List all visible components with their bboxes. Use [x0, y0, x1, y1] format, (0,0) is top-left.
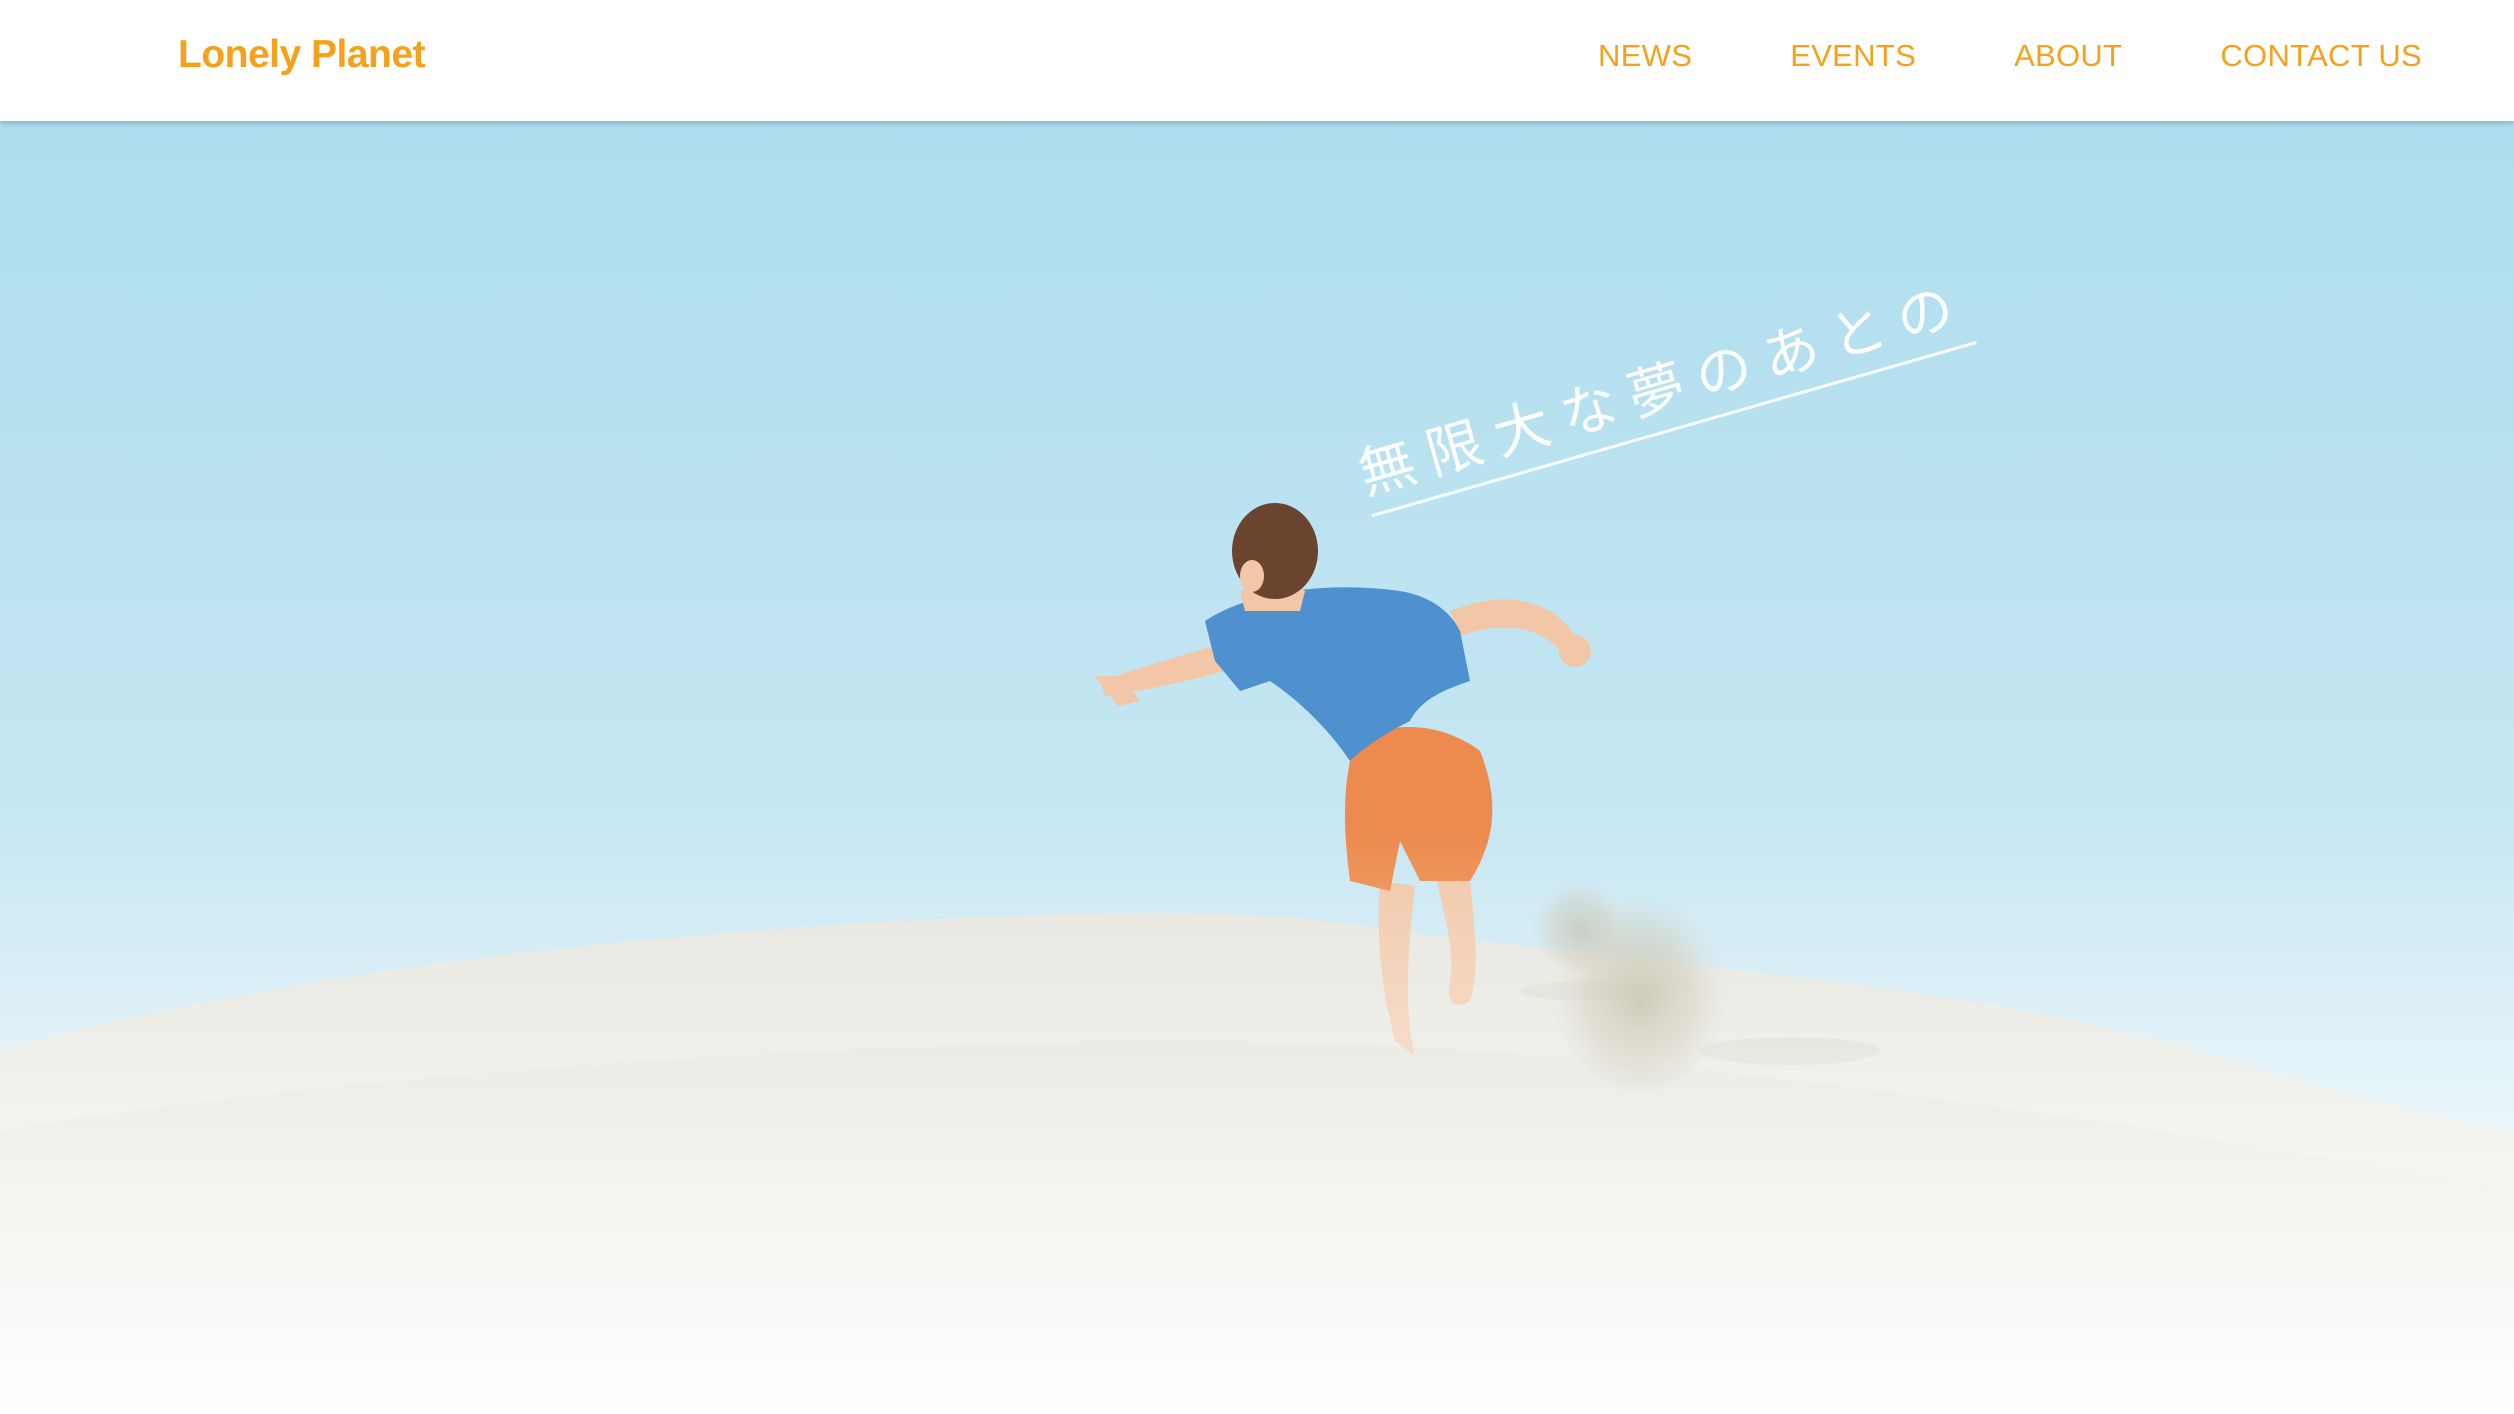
hero-photo: [0, 121, 2514, 1414]
main-nav: NEWS EVENTS ABOUT CONTACT US: [1598, 32, 2422, 80]
nav-events-link[interactable]: EVENTS: [1790, 32, 1916, 80]
bottom-fade: [0, 121, 2514, 1414]
page: Lonely Planet NEWS EVENTS ABOUT CONTACT …: [0, 0, 2514, 1414]
nav-news-link[interactable]: NEWS: [1598, 32, 1692, 80]
site-header: Lonely Planet NEWS EVENTS ABOUT CONTACT …: [0, 0, 2514, 121]
hero-section: 無限大な夢のあとの: [0, 121, 2514, 1414]
brand-logo-link[interactable]: Lonely Planet: [178, 28, 426, 82]
nav-about-link[interactable]: ABOUT: [2014, 32, 2122, 80]
nav-contact-us-link[interactable]: CONTACT US: [2220, 32, 2422, 80]
